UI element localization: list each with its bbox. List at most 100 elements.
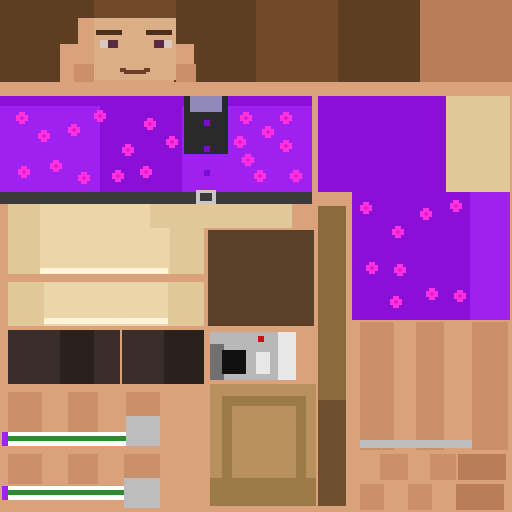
skin-texture [0,0,512,512]
sleeve-flower [395,226,401,229]
shirt-flower [284,144,288,148]
collar [190,96,222,112]
shirt-flower [169,136,175,139]
shirt-flower [245,163,251,166]
tie-stripe [204,146,210,152]
camera-lens-inner [226,354,242,370]
eye-left-white [100,40,108,48]
pants-top [40,204,150,228]
shirt-flower [97,119,103,122]
sock-grey [124,478,160,508]
arm-sleeve-side [470,258,510,320]
shirt-flower [257,170,263,173]
sock-green-stripe [6,436,126,441]
shirt-flower [265,135,271,138]
sleeve-flower [369,262,375,265]
shirt-flower [283,149,289,152]
sleeve-flower [395,235,401,238]
sleeve-flower [424,212,428,216]
mouth [144,68,150,72]
sleeve-flower [453,200,459,203]
sock-green-stripe [6,490,124,495]
shirt-flower [257,179,263,182]
camera-record-light [258,336,264,342]
shirt-flower [20,116,24,120]
leg-skin [472,322,508,450]
tie-stripe [204,170,210,176]
face-shadow [176,64,196,82]
eyebrow-left [96,30,122,35]
arm-sleeve-side [470,192,510,258]
leg-skin [8,454,42,484]
mouth [124,70,146,74]
tie-stripe [204,120,210,126]
sleeve-flower [393,296,399,299]
leg-skin [8,392,42,432]
shirt-flower [147,127,153,130]
shirt-flower [42,134,46,138]
sleeve-flower [423,208,429,211]
sleeve-flower [457,299,463,302]
shirt-flower [54,164,58,168]
hair-block [256,0,338,94]
shirt-flower [144,170,148,174]
sleeve-flower [398,268,402,272]
shirt-flower [81,172,87,175]
belt [0,192,312,204]
shirt-flower [81,181,87,184]
shirt-flower [53,169,59,172]
leg-skin [124,454,160,478]
shirt-flower [82,176,86,180]
skin-texture-canvas [0,0,512,512]
sleeve-flower [423,217,429,220]
sleeve-flower [369,271,375,274]
sock-purple-edge [2,486,8,500]
shirt-flower [115,170,121,173]
bag-inner [232,406,296,482]
sleeve-flower [397,264,403,267]
shirt-flower [169,145,175,148]
shirt-flower [71,124,77,127]
eyebrow-right [146,30,172,35]
bag-bottom [210,478,316,506]
shirt-flower [22,170,26,174]
shirt-flower [72,128,76,132]
sleeve-flower [394,300,398,304]
sleeve-flower [363,211,369,214]
leg-skin [68,392,98,432]
eye-right-white [164,40,172,48]
mouth [120,68,126,72]
shirt-flower [98,114,102,118]
sleeve-flower [458,294,462,298]
shirt-flower [21,166,27,169]
shirt-flower [125,144,131,147]
leg-skin [380,454,408,480]
sleeve-flower [429,297,435,300]
strap-shade [318,400,346,506]
leg-skin [360,322,394,450]
shirt-flower [41,130,47,133]
shirt-flower [283,121,289,124]
shirt-flower [147,118,153,121]
shirt-flower [125,153,131,156]
leg-skin [458,454,506,480]
sleeve-flower [370,266,374,270]
shirt-flower [245,154,251,157]
shirt-flower [115,179,121,182]
shirt-flower [148,122,152,126]
shirt-flower [243,112,249,115]
shirt-flower [19,112,25,115]
shirt-flower [283,140,289,143]
shirt-flower [116,174,120,178]
shirt-flower [265,126,271,129]
pants-stripe [44,318,168,324]
shirt-flower [126,148,130,152]
leg-skin [408,484,432,510]
sleeve-flower [363,202,369,205]
sleeve-flower [397,273,403,276]
leg-skin [126,392,160,416]
sleeve-flower [396,230,400,234]
shirt-side [446,96,510,192]
shirt-flower [53,160,59,163]
sock-grey [360,440,472,448]
